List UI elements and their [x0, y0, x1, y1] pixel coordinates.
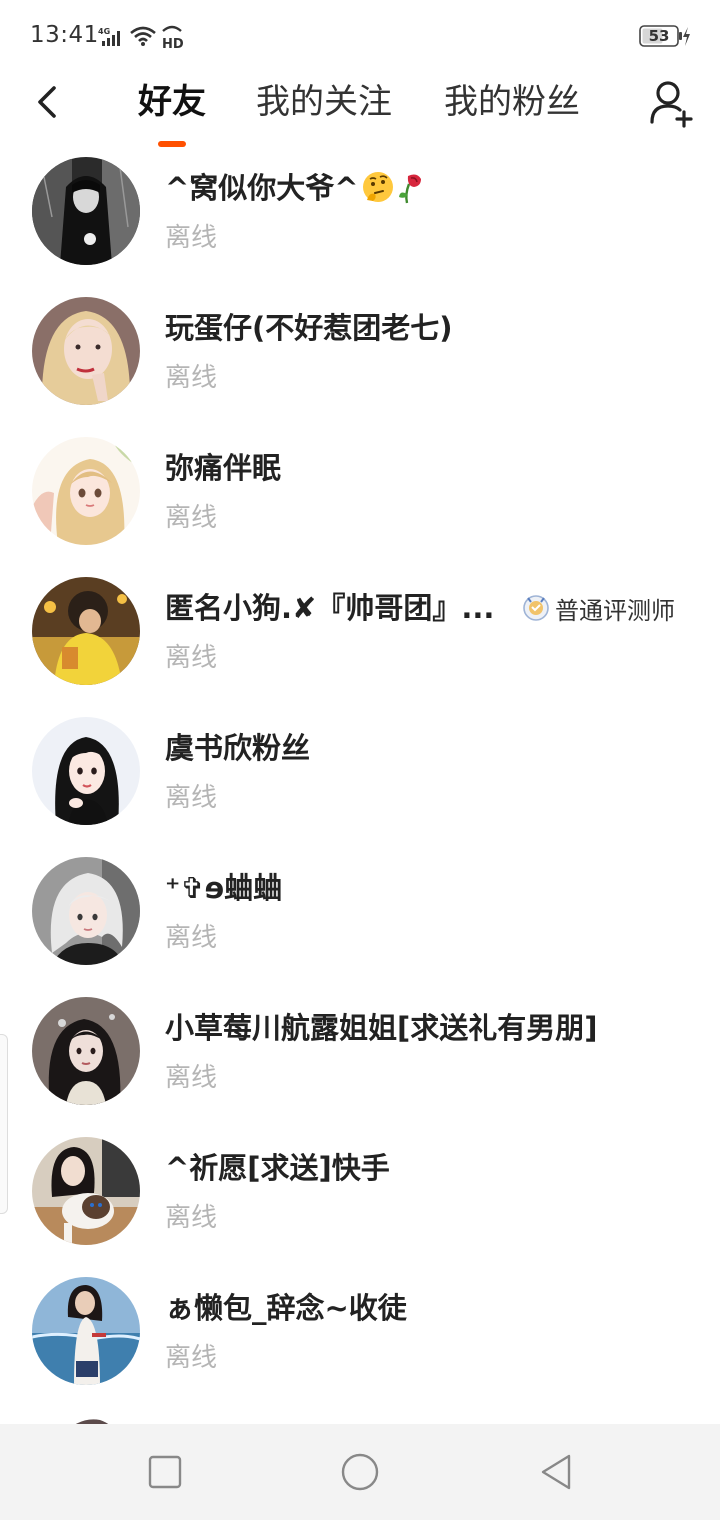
- wilted-rose-icon: [398, 174, 421, 204]
- friend-name: ぁ懒包_辞念~收徒: [165, 1291, 407, 1325]
- hd-call-icon: HD: [162, 25, 184, 50]
- friend-status: 离线: [165, 223, 218, 253]
- friend-row[interactable]: ^祈愿[求送]快手 离线: [0, 1130, 720, 1270]
- friend-row[interactable]: 玩蛋仔(不好惹团老七) 离线: [0, 290, 720, 430]
- tab-fans[interactable]: 我的粉丝: [444, 80, 580, 124]
- friend-status: 离线: [165, 503, 218, 533]
- friend-name: ⁺✞ɘ蛐蛐: [165, 871, 283, 905]
- status-time: 13:41: [30, 22, 99, 48]
- square-recent-icon[interactable]: [145, 1452, 185, 1492]
- avatar[interactable]: [32, 577, 140, 685]
- back-button[interactable]: [24, 78, 68, 126]
- friend-row[interactable]: ^窝似你大爷^ 离线: [0, 150, 720, 290]
- add-friend-button[interactable]: [648, 78, 696, 128]
- wifi-icon: [130, 26, 156, 46]
- add-user-icon: [650, 81, 693, 128]
- circle-home-icon[interactable]: [340, 1452, 380, 1492]
- svg-text:HD: HD: [162, 37, 184, 50]
- friend-name: 玩蛋仔(不好惹团老七): [165, 311, 453, 345]
- edge-gesture-handle[interactable]: [0, 1034, 8, 1214]
- friend-row[interactable]: 小草莓川航露姐姐[求送礼有男朋] 离线: [0, 990, 720, 1130]
- friend-status: 离线: [165, 363, 218, 393]
- friend-list: ^窝似你大爷^ 离线 玩蛋仔(不好惹团老七) 离线 弥痛伴眠 离线 匿名小狗.✘…: [0, 150, 720, 1410]
- tab-following[interactable]: 我的关注: [256, 80, 392, 124]
- top-navigation: 好友 我的关注 我的粉丝: [0, 70, 720, 150]
- friend-row[interactable]: 匿名小狗.✘『帅哥团』... 普通评测师 离线: [0, 570, 720, 710]
- friend-status: 离线: [165, 643, 218, 673]
- friend-status: 离线: [165, 1063, 218, 1093]
- friend-name: 虞书欣粉丝: [165, 731, 311, 765]
- friend-name: 弥痛伴眠: [165, 451, 282, 485]
- reviewer-badge: 普通评测师: [522, 592, 675, 625]
- friend-status: 离线: [165, 783, 218, 813]
- friend-name: ^祈愿[求送]快手: [165, 1151, 390, 1185]
- chevron-left-icon: [38, 86, 56, 118]
- avatar[interactable]: [32, 717, 140, 825]
- friend-row[interactable]: ⁺✞ɘ蛐蛐 离线: [0, 850, 720, 990]
- friend-name: 小草莓川航露姐姐[求送礼有男朋]: [165, 1011, 598, 1045]
- friend-row[interactable]: 弥痛伴眠 离线: [0, 430, 720, 570]
- tab-friends[interactable]: 好友: [138, 80, 206, 124]
- avatar[interactable]: [32, 297, 140, 405]
- avatar[interactable]: [32, 997, 140, 1105]
- friend-name: ^窝似你大爷^: [165, 168, 427, 208]
- battery-level: 53: [648, 27, 670, 45]
- svg-text:4G: 4G: [98, 27, 110, 36]
- reviewer-medal-icon: [523, 595, 549, 621]
- friend-row[interactable]: 虞书欣粉丝 离线: [0, 710, 720, 850]
- friend-status: 离线: [165, 1203, 218, 1233]
- friends-screen: 13:41 4G HD 53 好友 我的关注 我的粉丝 ^窝似你大爷^ 离线 玩…: [0, 0, 720, 1520]
- friend-name: 匿名小狗.✘『帅哥团』...: [165, 591, 495, 625]
- avatar[interactable]: [32, 1277, 140, 1385]
- avatar[interactable]: [32, 1137, 140, 1245]
- status-bar: 13:41 4G HD 53: [0, 0, 720, 70]
- friend-status: 离线: [165, 923, 218, 953]
- badge-label: 普通评测师: [555, 596, 675, 625]
- avatar[interactable]: [32, 157, 140, 265]
- system-navigation-bar: [0, 1424, 720, 1520]
- friend-row[interactable]: ぁ懒包_辞念~收徒 离线: [0, 1270, 720, 1410]
- triangle-back-icon[interactable]: [537, 1452, 577, 1492]
- friend-status: 离线: [165, 1343, 218, 1373]
- active-tab-indicator: [158, 141, 186, 147]
- avatar[interactable]: [32, 857, 140, 965]
- cell-signal-icon: 4G: [98, 27, 120, 46]
- thinking-face-icon: [362, 172, 393, 202]
- avatar[interactable]: [32, 437, 140, 545]
